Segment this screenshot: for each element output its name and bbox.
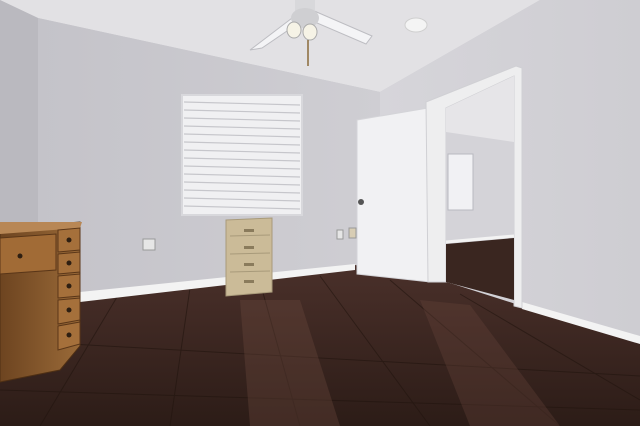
window-with-blinds bbox=[181, 94, 303, 216]
wall-outlet bbox=[142, 238, 156, 251]
door-knob bbox=[358, 199, 364, 205]
next-room-window bbox=[447, 153, 474, 211]
filing-cabinet bbox=[225, 217, 273, 297]
wooden-desk bbox=[0, 221, 82, 383]
wall-outlet-2 bbox=[336, 229, 344, 240]
wall-outlet-3 bbox=[348, 227, 357, 239]
room-photo bbox=[0, 0, 640, 426]
smoke-detector bbox=[404, 17, 428, 33]
open-door bbox=[356, 107, 431, 283]
room-illustration bbox=[0, 0, 640, 426]
